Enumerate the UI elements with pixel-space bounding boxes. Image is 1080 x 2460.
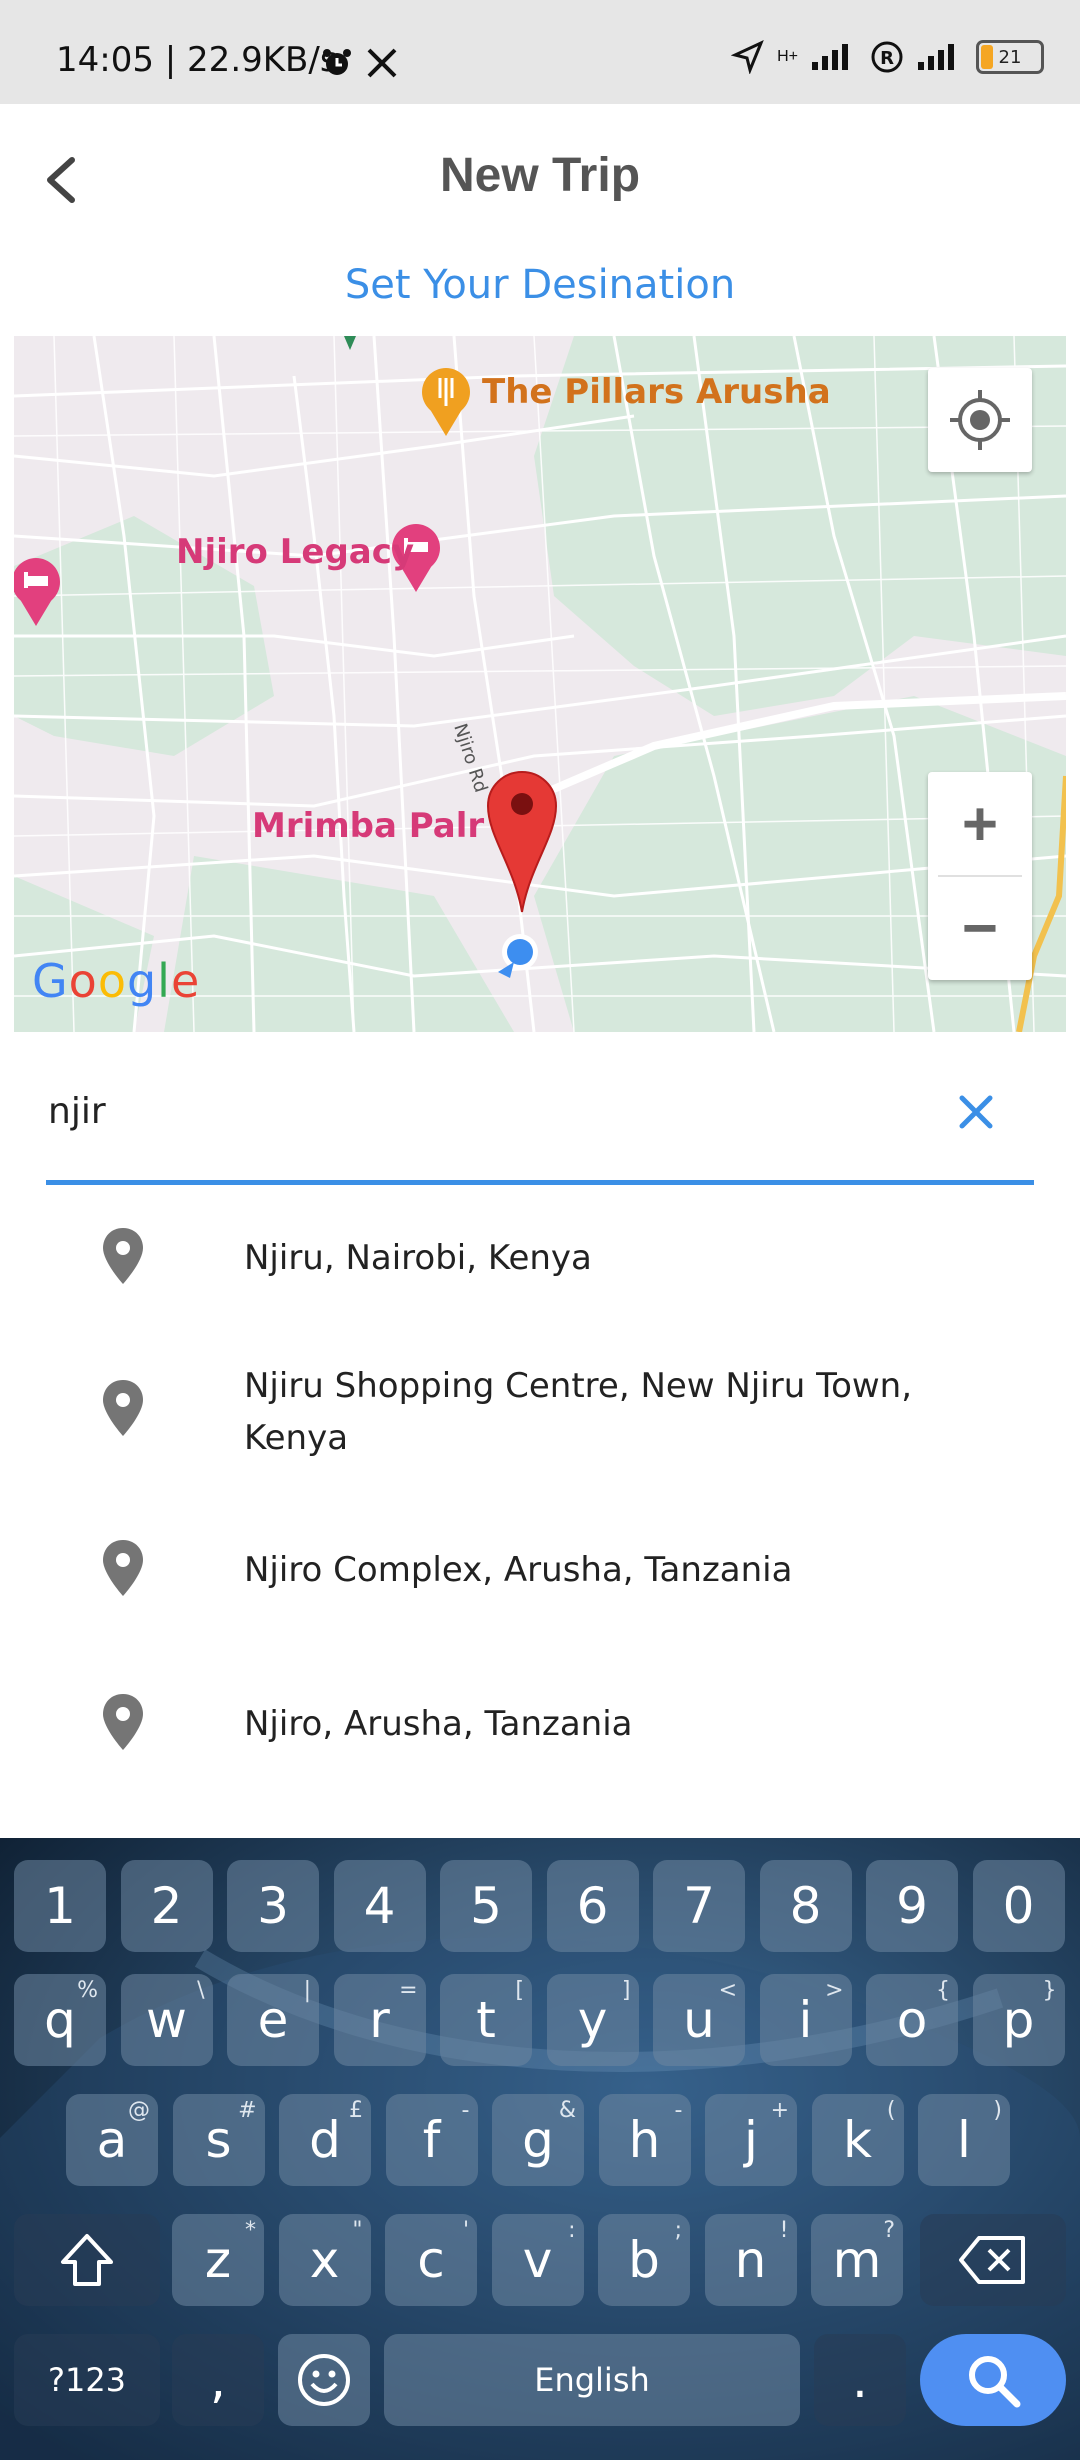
key-t[interactable]: t[ [440,1974,532,2066]
map-canvas: Njiro Rd [14,336,1066,1032]
list-item[interactable]: Njiro Complex, Arusha, Tanzania [0,1486,1080,1626]
key-2[interactable]: 2 [120,1860,213,1952]
list-item[interactable]: Njiru Shopping Centre, New Njiru Town, K… [0,1328,1080,1478]
place-pin-icon [103,1540,143,1596]
key-w[interactable]: w \ [120,1974,213,2066]
key-r[interactable]: r = [333,1974,426,2066]
key-o[interactable]: o{ [866,1974,958,2066]
page-title: New Trip [439,149,641,202]
key-s[interactable]: s # [172,2094,265,2186]
status-time-speed: 14:05 | 22.9KB/s [56,40,338,80]
result-text-line2: Kenya [244,1418,349,1458]
clear-icon[interactable] [954,1090,998,1134]
emoji-icon [298,2354,350,2406]
result-text: Njiro Complex, Arusha, Tanzania [244,1550,793,1590]
location-arrow-icon [731,40,764,74]
list-item[interactable]: Njiru, Nairobi, Kenya [0,1180,1080,1320]
zoom-out-button[interactable]: − [928,876,1032,980]
key-8[interactable]: 8 [759,1860,852,1952]
key-y[interactable]: y] [546,1974,639,2066]
symbols-key[interactable]: ?123 [14,2334,160,2426]
result-text: Njiro, Arusha, Tanzania [244,1704,633,1744]
svg-text:R: R [880,48,894,69]
key-4[interactable]: 4 [333,1860,426,1952]
key-e[interactable]: e | [227,1974,319,2066]
key-1[interactable]: 1 [14,1860,106,1952]
map-view[interactable]: Njiro Rd The Pillars Arusha Njiro Legacy… [14,336,1066,1032]
key-f[interactable]: f- [385,2094,478,2186]
key-u[interactable]: u < [653,1974,745,2066]
key-b[interactable]: b; [598,2214,690,2306]
battery-icon: 21 [976,40,1044,74]
search-icon [969,2356,1021,2408]
signal-icon-2 [918,44,954,70]
poi-pillars-label[interactable]: The Pillars Arusha [482,372,831,412]
key-p[interactable]: p} [972,1974,1065,2066]
space-key[interactable]: English [384,2334,800,2426]
soft-keyboard: 1 2 3 4 5 6 7 8 9 0 q% w \ e | r = t[y] u < i > o{p} a @ s # d £ f - g &… [0,1838,1080,2460]
key-9[interactable]: 9 [866,1860,958,1952]
backspace-key[interactable] [920,2214,1066,2306]
period-key[interactable]: . [814,2334,906,2426]
key-k[interactable]: k( [811,2094,904,2186]
app-header: New Trip [0,104,1080,254]
x-app-icon [367,48,397,78]
key-i[interactable]: i > [759,1974,852,2066]
key-v[interactable]: v: [491,2214,584,2306]
my-location-button[interactable] [928,368,1032,472]
result-text: Njiru, Nairobi, Kenya [244,1238,592,1278]
key-q[interactable]: q% [14,1974,106,2066]
destination-search-field[interactable] [46,1060,1034,1185]
search-key[interactable] [920,2334,1066,2426]
key-h[interactable]: h- [598,2094,691,2186]
alarm-icon [323,49,351,75]
key-m[interactable]: m? [811,2214,903,2306]
backspace-icon [959,2236,1025,2284]
key-6[interactable]: 6 [546,1860,639,1952]
result-text: Njiru Shopping Centre, New Njiru Town, [244,1366,913,1406]
destination-subtitle: Set Your Desination [344,262,736,308]
list-item[interactable]: Njiro, Arusha, Tanzania [0,1640,1080,1780]
place-pin-icon [103,1380,143,1436]
key-j[interactable]: j + [705,2094,797,2186]
poi-mrimba-label[interactable]: Mrimba Palr [252,806,484,846]
zoom-in-button[interactable]: + [928,772,1032,876]
shift-icon [61,2234,113,2286]
key-3[interactable]: 3 [227,1860,319,1952]
key-5[interactable]: 5 [440,1860,532,1952]
status-bar: 14:05 | 22.9KB/s H+ R 21 [0,0,1080,104]
network-type-label: H+ [777,48,798,65]
search-input[interactable] [46,1080,910,1142]
zoom-controls: + − [928,772,1032,980]
google-logo: Google [32,954,201,1008]
place-pin-icon [103,1228,143,1284]
crosshair-icon [950,390,1010,450]
key-x[interactable]: x " [278,2214,371,2306]
roaming-icon: R [871,41,903,73]
key-z[interactable]: z * [172,2214,264,2306]
status-icons: H+ R 21 [731,40,1044,74]
key-c[interactable]: c ' [385,2214,477,2306]
shift-key[interactable] [14,2214,160,2306]
key-g[interactable]: g & [492,2094,584,2186]
key-l[interactable]: l) [918,2094,1010,2186]
key-n[interactable]: n! [704,2214,797,2306]
poi-njiro-legacy-label[interactable]: Njiro Legacy [176,532,414,572]
comma-key[interactable]: , [172,2334,264,2426]
key-a[interactable]: a @ [66,2094,158,2186]
key-7[interactable]: 7 [653,1860,745,1952]
key-0[interactable]: 0 [972,1860,1065,1952]
emoji-key[interactable] [278,2334,370,2426]
battery-level: 21 [998,46,1022,68]
key-d[interactable]: d £ [279,2094,371,2186]
signal-icon [812,44,848,70]
place-pin-icon [103,1694,143,1750]
